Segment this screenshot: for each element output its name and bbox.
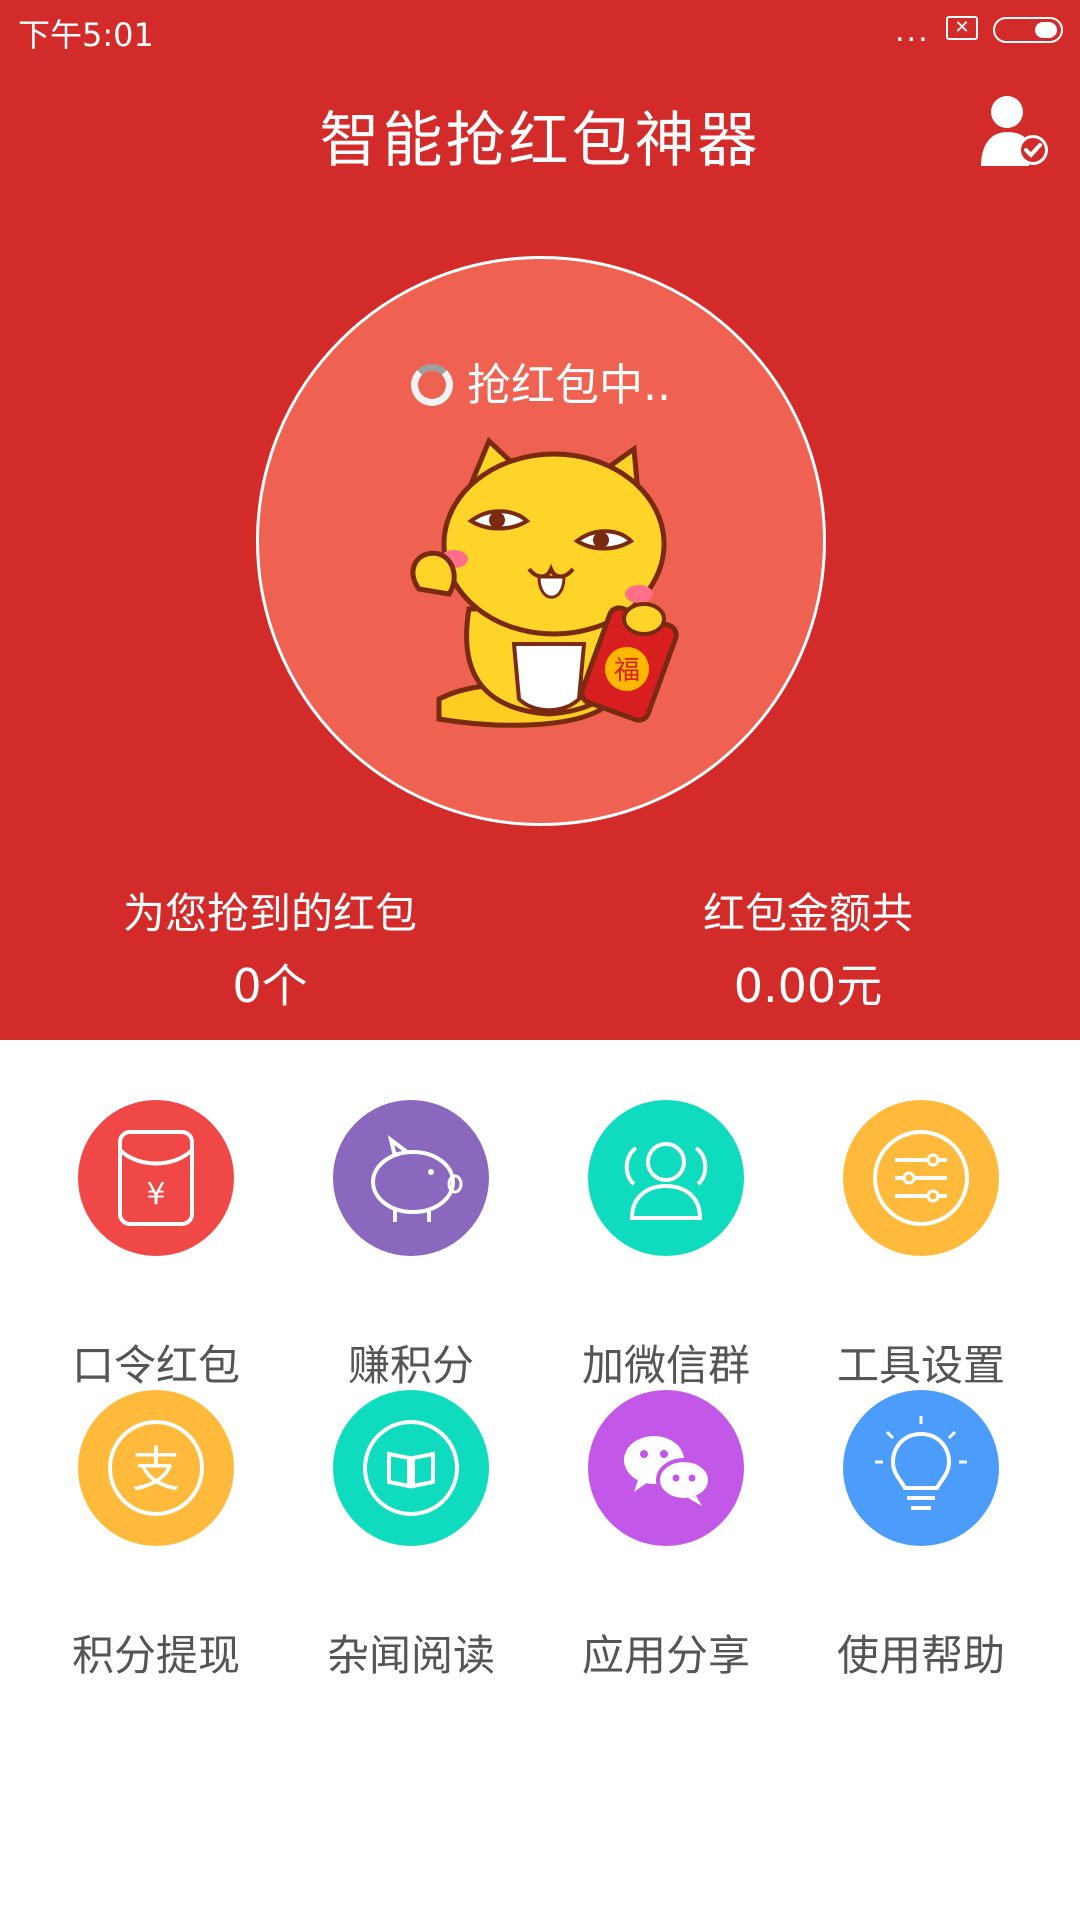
- grid-label: 口令红包: [71, 1341, 240, 1390]
- grabbed-count-value: 0个: [232, 959, 308, 1013]
- user-profile-icon[interactable]: [975, 92, 1055, 172]
- total-amount-value: 0.00元: [733, 959, 883, 1013]
- settings-sliders-icon: [843, 1100, 999, 1256]
- grid-label: 杂闻阅读: [326, 1631, 495, 1680]
- red-envelope-icon: ¥: [78, 1100, 234, 1256]
- grid-item-news-reading[interactable]: 杂闻阅读: [276, 1390, 546, 1680]
- page-title: 智能抢红包神器: [319, 106, 761, 176]
- svg-text:福: 福: [614, 656, 640, 686]
- grid-item-help[interactable]: 使用帮助: [786, 1390, 1056, 1680]
- svg-text:支: 支: [132, 1442, 180, 1498]
- grid-item-password-envelope[interactable]: ¥ 口令红包: [21, 1100, 291, 1390]
- loading-spinner-icon: [411, 364, 453, 406]
- grid-label: 赚积分: [347, 1341, 474, 1390]
- grid-label: 工具设置: [836, 1341, 1005, 1390]
- status-time: 下午5:01: [18, 16, 154, 54]
- header-panel: 下午5:01 ... ✕ 智能抢红包神器 抢红包中.. 福 为您抢到的红包 0个…: [0, 0, 1080, 1040]
- piggy-bank-icon: [333, 1100, 489, 1256]
- group-icon: [588, 1100, 744, 1256]
- svg-text:¥: ¥: [146, 1177, 165, 1212]
- total-amount-label: 红包金额共: [702, 889, 913, 938]
- grab-status-text: 抢红包中..: [467, 360, 671, 411]
- grid-item-tool-settings[interactable]: 工具设置: [786, 1100, 1056, 1390]
- grid-label: 积分提现: [71, 1631, 240, 1680]
- cat-mascot-icon: 福: [410, 436, 679, 728]
- grid-label: 应用分享: [581, 1631, 750, 1680]
- grabbed-count-label: 为您抢到的红包: [122, 889, 417, 938]
- grid-item-wechat-group[interactable]: 加微信群: [531, 1100, 801, 1390]
- no-sim-icon: ✕: [946, 16, 978, 40]
- grab-status: 抢红包中..: [259, 349, 823, 413]
- status-more-icon: ...: [895, 14, 930, 49]
- alipay-icon: 支: [78, 1390, 234, 1546]
- status-bar: 下午5:01 ... ✕: [0, 0, 1080, 60]
- lightbulb-icon: [843, 1390, 999, 1546]
- grid-label: 使用帮助: [836, 1631, 1005, 1680]
- grid-item-earn-points[interactable]: 赚积分: [276, 1100, 546, 1390]
- grab-button[interactable]: 抢红包中.. 福: [256, 256, 826, 826]
- grid-item-points-withdraw[interactable]: 支 积分提现: [21, 1390, 291, 1680]
- battery-icon: [993, 17, 1063, 43]
- wechat-icon: [588, 1390, 744, 1546]
- book-icon: [333, 1390, 489, 1546]
- grid-label: 加微信群: [581, 1341, 750, 1390]
- grid-item-app-share[interactable]: 应用分享: [531, 1390, 801, 1680]
